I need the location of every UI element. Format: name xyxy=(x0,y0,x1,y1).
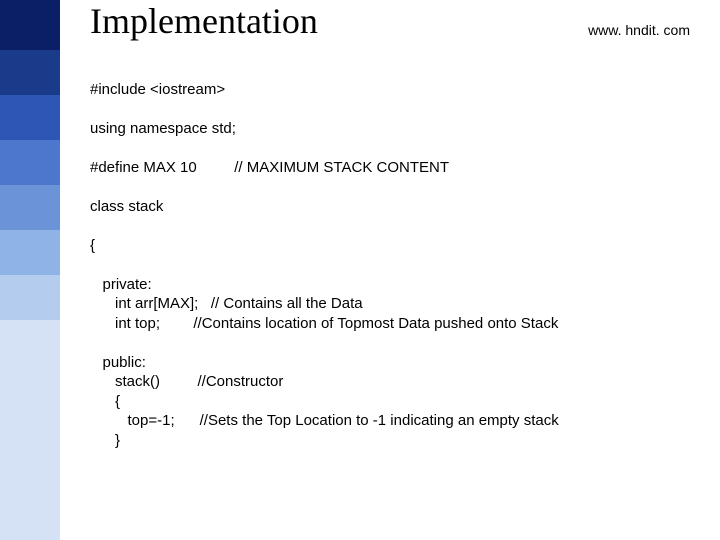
sidebar-stripes xyxy=(0,0,60,540)
code-line: using namespace std; xyxy=(90,120,236,137)
code-line: #include <iostream> xyxy=(90,81,225,98)
code-line: int top; //Contains location of Topmost … xyxy=(90,315,558,332)
code-line: { xyxy=(90,393,120,410)
stripe xyxy=(0,275,60,320)
code-block: #include <iostream> using namespace std;… xyxy=(90,60,559,450)
code-line: { xyxy=(90,237,95,254)
code-comment: // MAXIMUM STACK CONTENT xyxy=(234,159,449,176)
stripe xyxy=(0,185,60,230)
code-line: top=-1; //Sets the Top Location to -1 in… xyxy=(90,412,559,429)
code-line: } xyxy=(90,432,120,449)
slide-title: Implementation xyxy=(90,0,318,42)
stripe xyxy=(0,230,60,275)
stripe xyxy=(0,50,60,95)
stripe xyxy=(0,320,60,540)
code-line: public: xyxy=(90,354,146,371)
code-line: int arr[MAX]; // Contains all the Data xyxy=(90,295,363,312)
code-line: private: xyxy=(90,276,152,293)
stripe xyxy=(0,0,60,50)
code-line: class stack xyxy=(90,198,163,215)
stripe xyxy=(0,95,60,140)
source-url: www. hndit. com xyxy=(588,22,690,38)
code-line: #define MAX 10 xyxy=(90,159,197,176)
stripe xyxy=(0,140,60,185)
code-line: stack() //Constructor xyxy=(90,373,283,390)
